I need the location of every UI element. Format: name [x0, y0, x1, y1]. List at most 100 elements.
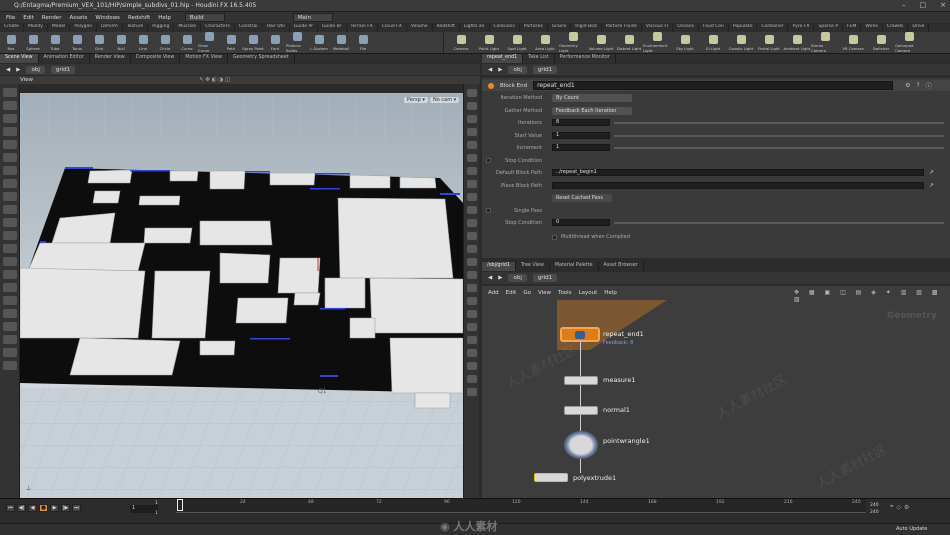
- display-option-icon[interactable]: [467, 193, 477, 201]
- shelf-tab[interactable]: Viscous Fl: [642, 24, 674, 32]
- light-tool-button[interactable]: Environment Light: [643, 32, 671, 53]
- display-option-icon[interactable]: [467, 115, 477, 123]
- viewport-tool-icon[interactable]: [3, 283, 17, 292]
- display-option-icon[interactable]: [467, 271, 477, 279]
- network-menu-item[interactable]: Tools: [558, 290, 572, 296]
- viewport-tool-icon[interactable]: [3, 179, 17, 188]
- reset-cached-pass-button[interactable]: Reset Cached Pass: [552, 194, 612, 202]
- viewport-tool-icon[interactable]: [3, 257, 17, 266]
- nocam-menu[interactable]: No cam ▾: [430, 97, 460, 103]
- shelf-tab[interactable]: Oceans: [673, 24, 699, 32]
- shelf-tool-button[interactable]: Draw Curve: [198, 32, 220, 53]
- current-frame-field[interactable]: 1: [130, 505, 158, 513]
- param-field[interactable]: 1: [552, 144, 610, 151]
- shelf-tool-button[interactable]: Metaball: [330, 32, 352, 53]
- shelf-tool-button[interactable]: File: [352, 32, 374, 53]
- shelf-tab[interactable]: Guide Pr: [290, 24, 318, 32]
- light-tool-button[interactable]: Stereo Camera: [811, 32, 839, 53]
- light-tool-button[interactable]: Caustic Light: [727, 32, 755, 53]
- shelf-tool-button[interactable]: Grid: [88, 32, 110, 53]
- display-option-icon[interactable]: [467, 167, 477, 175]
- shelf-tool-button[interactable]: Font: [264, 32, 286, 53]
- param-field[interactable]: 0: [552, 219, 610, 226]
- play-button[interactable]: ▶: [50, 504, 59, 512]
- network-menu-item[interactable]: Add: [488, 290, 499, 296]
- scene-viewport[interactable]: Q1 Persp ▾ No cam ▾ ⊥: [20, 93, 463, 498]
- viewport-tool-icon[interactable]: [3, 153, 17, 162]
- shelf-tool-button[interactable]: Circle: [154, 32, 176, 53]
- maximize-button[interactable]: □: [920, 1, 927, 9]
- display-option-icon[interactable]: [467, 180, 477, 188]
- shelf-tab[interactable]: Texture: [123, 24, 149, 32]
- pane-tab[interactable]: repeat_end1: [482, 54, 524, 63]
- desktop-build-select[interactable]: Build: [184, 13, 225, 22]
- param-menu[interactable]: Feedback Each Iteration: [552, 106, 632, 115]
- light-tool-button[interactable]: VR Camera: [839, 32, 867, 53]
- viewport-tool-icon[interactable]: [3, 335, 17, 344]
- light-tool-button[interactable]: Sky Light: [671, 32, 699, 53]
- path-grid1[interactable]: grid1: [532, 274, 558, 282]
- display-option-icon[interactable]: [467, 154, 477, 162]
- display-option-icon[interactable]: [467, 245, 477, 253]
- pane-tab[interactable]: Motion FX View: [180, 54, 228, 63]
- menu-render[interactable]: Render: [42, 15, 62, 21]
- shelf-tab[interactable]: Container: [757, 24, 789, 32]
- range-end-bottom[interactable]: 240: [870, 510, 879, 515]
- path-grid1[interactable]: grid1: [50, 65, 76, 74]
- display-option-icon[interactable]: [467, 349, 477, 357]
- forward-icon[interactable]: ▶: [498, 275, 502, 281]
- light-tool-button[interactable]: Volume Light: [587, 32, 615, 53]
- range-end-top[interactable]: 240: [870, 503, 879, 508]
- minimize-button[interactable]: –: [902, 1, 906, 9]
- pane-tab[interactable]: Animation Editor: [39, 54, 90, 63]
- display-option-icon[interactable]: [467, 102, 477, 110]
- forward-icon[interactable]: ▶: [16, 67, 20, 73]
- back-icon[interactable]: ◀: [488, 67, 492, 73]
- range-start-bottom[interactable]: 1: [155, 511, 158, 516]
- display-option-icon[interactable]: [467, 232, 477, 240]
- section-toggle[interactable]: [486, 157, 491, 163]
- param-field[interactable]: 8: [552, 119, 610, 126]
- display-option-icon[interactable]: [467, 310, 477, 318]
- shelf-tool-button[interactable]: Curve: [176, 32, 198, 53]
- settings-icon[interactable]: ⚙: [904, 504, 909, 511]
- menu-redshift[interactable]: Redshift: [128, 15, 150, 21]
- network-menu-item[interactable]: Help: [604, 290, 617, 296]
- shelf-tool-button[interactable]: Box: [0, 32, 22, 53]
- persp-menu[interactable]: Persp ▾: [404, 97, 428, 103]
- viewport-tool-icon[interactable]: [3, 270, 17, 279]
- light-tool-button[interactable]: Geometry Light: [559, 32, 587, 53]
- pane-tab[interactable]: /obj/grid1: [482, 262, 516, 271]
- reverse-play-button[interactable]: ◀: [28, 504, 37, 512]
- menu-help[interactable]: Help: [158, 15, 171, 21]
- node-polyextrude[interactable]: [534, 473, 568, 482]
- display-option-icon[interactable]: [467, 375, 477, 383]
- path-grid1[interactable]: grid1: [532, 65, 558, 74]
- shelf-tab[interactable]: Polygon: [70, 24, 98, 32]
- shelf-tab[interactable]: Constrai: [235, 24, 263, 32]
- light-tool-button[interactable]: GI Light: [699, 32, 727, 53]
- display-option-icon[interactable]: [467, 128, 477, 136]
- param-menu[interactable]: By Count: [552, 94, 632, 102]
- shelf-tool-button[interactable]: Null: [110, 32, 132, 53]
- node-chooser-icon[interactable]: ↗: [929, 182, 934, 189]
- auto-update-menu[interactable]: Auto Update: [896, 526, 927, 532]
- param-path-field[interactable]: ../repeat_begin1: [552, 169, 924, 176]
- param-slider[interactable]: [614, 122, 944, 124]
- node-chooser-icon[interactable]: ↗: [929, 169, 934, 176]
- network-editor[interactable]: Add Edit Go View Tools Layout Help ✥ ▦ ▣ ◫ ▤ ◈…: [482, 286, 950, 498]
- shelf-tool-button[interactable]: Platonic Solids: [286, 32, 308, 53]
- light-tool-button[interactable]: Camera: [447, 32, 475, 53]
- shelf-tab[interactable]: Drive: [908, 24, 930, 32]
- channel-icon[interactable]: ◇: [896, 504, 901, 511]
- param-slider[interactable]: [614, 134, 944, 137]
- close-button[interactable]: ×: [940, 1, 946, 9]
- light-tool-button[interactable]: Ambient Light: [783, 32, 811, 53]
- path-obj[interactable]: obj: [508, 65, 527, 74]
- shelf-tool-button[interactable]: Line: [132, 32, 154, 53]
- pane-tab[interactable]: Material Palette: [550, 262, 599, 271]
- display-option-icon[interactable]: [467, 258, 477, 266]
- help-icon[interactable]: ?: [916, 82, 919, 89]
- shelf-tab[interactable]: Muscles: [174, 24, 202, 32]
- viewport-tool-icon[interactable]: [3, 166, 17, 175]
